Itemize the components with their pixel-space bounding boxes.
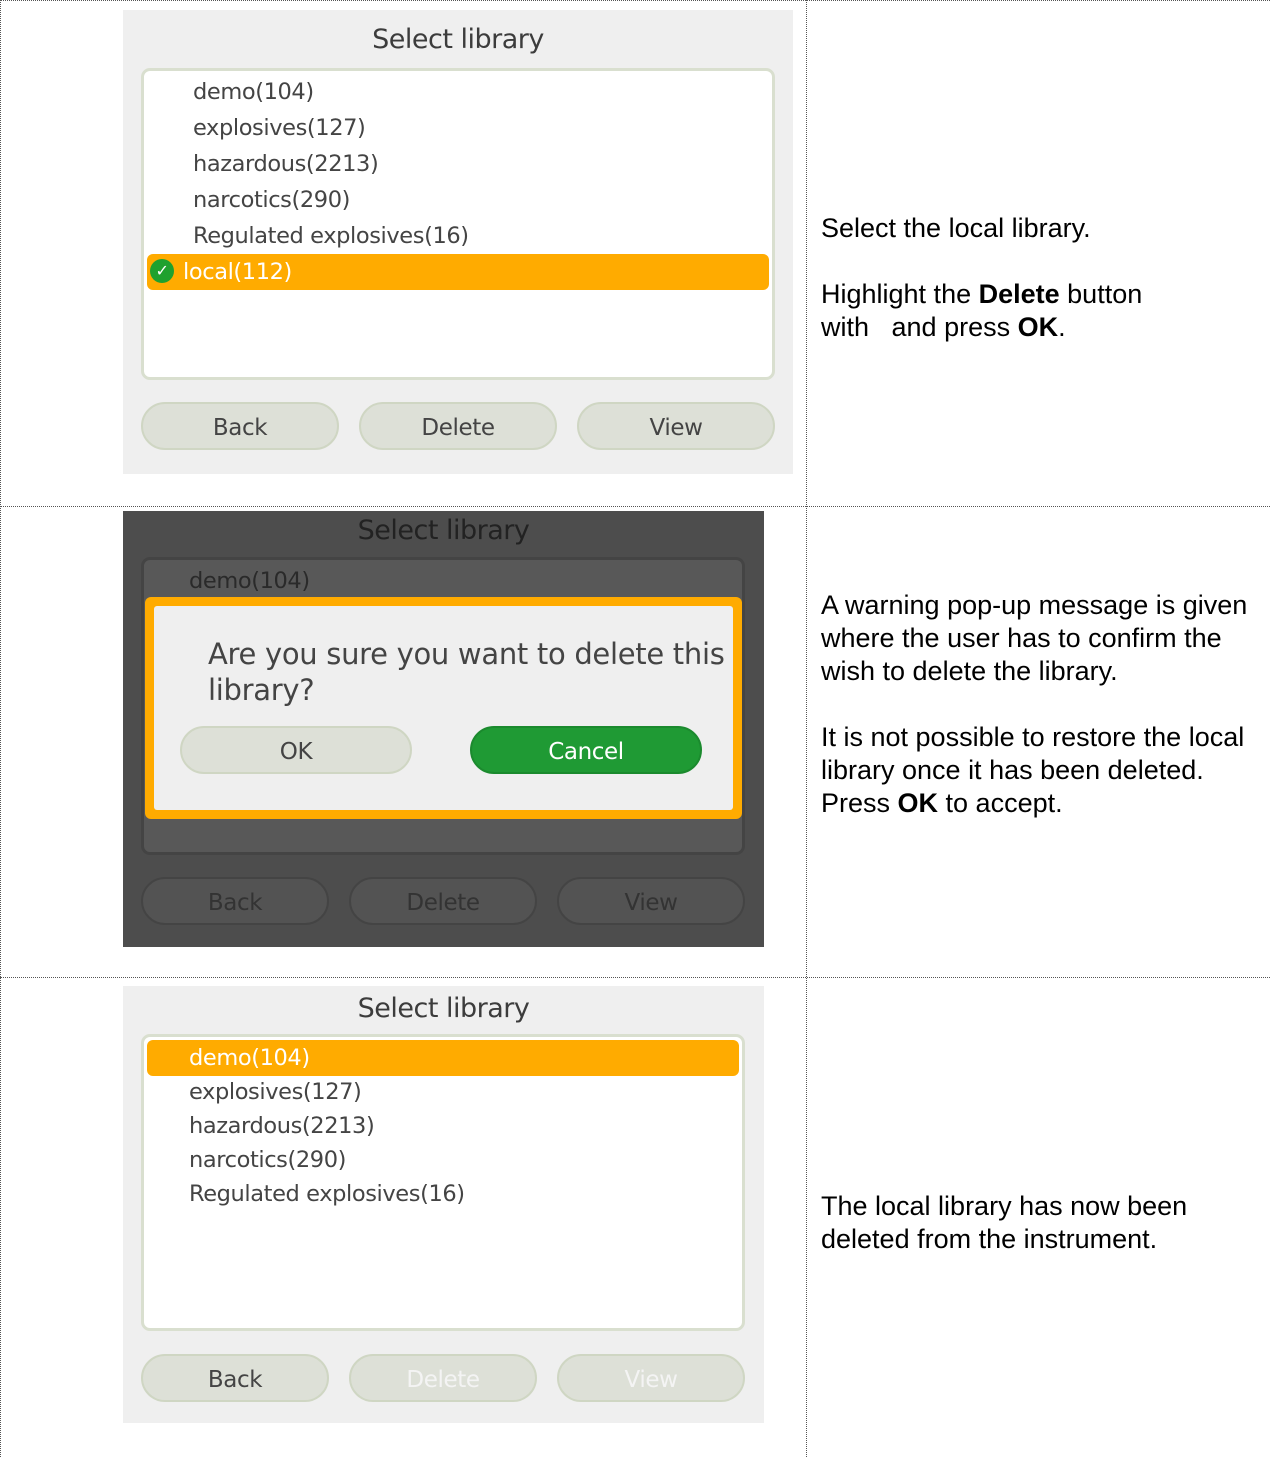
list-item-selected[interactable]: demo(104) <box>147 1040 739 1076</box>
list-item[interactable]: explosives(127) <box>144 1074 742 1110</box>
view-button[interactable]: View <box>577 402 775 450</box>
list-item[interactable]: demo(104) <box>144 74 772 110</box>
confirm-delete-dialog: Are you sure you want to delete this lib… <box>145 597 742 819</box>
table-border-middle <box>806 0 807 1457</box>
view-button: View <box>557 877 745 925</box>
delete-button: Delete <box>349 1354 537 1402</box>
dialog-message: Are you sure you want to delete this lib… <box>208 637 725 707</box>
instruction-paragraph: A warning pop-up message is given where … <box>821 590 1248 686</box>
back-button[interactable]: Back <box>141 1354 329 1402</box>
cancel-button[interactable]: Cancel <box>470 726 702 774</box>
back-button[interactable]: Back <box>141 402 339 450</box>
instruction-paragraph: It is not possible to restore the local … <box>821 722 1245 785</box>
select-library-screen-2: Select library demo(104) Back Delete Vie… <box>123 511 764 947</box>
screen-title: Select library <box>357 515 530 546</box>
list-item[interactable]: hazardous(2213) <box>144 1108 742 1144</box>
library-list: demo(104) explosives(127) hazardous(2213… <box>141 68 775 380</box>
table-border-top <box>0 0 1270 1</box>
list-item[interactable]: explosives(127) <box>144 110 772 146</box>
instruction-line: with and press OK. <box>821 312 1066 342</box>
table-row-divider-2 <box>0 977 1270 978</box>
list-item[interactable]: Regulated explosives(16) <box>144 218 772 254</box>
instruction-text-3: The local library has now been deleted f… <box>821 1190 1261 1256</box>
list-item-label: local(112) <box>183 259 292 285</box>
back-button: Back <box>141 877 329 925</box>
view-button: View <box>557 1354 745 1402</box>
list-item[interactable]: narcotics(290) <box>144 182 772 218</box>
instruction-paragraph: The local library has now been deleted f… <box>821 1191 1188 1254</box>
list-item[interactable]: narcotics(290) <box>144 1142 742 1178</box>
table-row-divider-1 <box>0 506 1270 507</box>
delete-button: Delete <box>349 877 537 925</box>
instruction-text-1: Select the local library. Highlight the … <box>821 212 1261 344</box>
list-item-selected[interactable]: ✓ local(112) <box>147 254 769 290</box>
instruction-text-2: A warning pop-up message is given where … <box>821 589 1261 820</box>
table-border-left <box>0 0 1 1457</box>
screen-title: Select library <box>372 24 544 55</box>
list-item: demo(104) <box>189 568 310 594</box>
list-item[interactable]: Regulated explosives(16) <box>144 1176 742 1212</box>
list-item[interactable]: hazardous(2213) <box>144 146 772 182</box>
select-library-screen-3: Select library demo(104) explosives(127)… <box>123 986 764 1423</box>
check-circle-icon: ✓ <box>150 258 174 283</box>
delete-button[interactable]: Delete <box>359 402 557 450</box>
ok-button[interactable]: OK <box>180 726 412 774</box>
select-library-screen-1: Select library demo(104) explosives(127)… <box>123 10 793 474</box>
dialog-body: Are you sure you want to delete this lib… <box>154 606 733 810</box>
library-list: demo(104) explosives(127) hazardous(2213… <box>141 1034 745 1331</box>
instruction-line: Highlight the Delete button <box>821 279 1143 309</box>
screen-title: Select library <box>357 993 530 1024</box>
instruction-line: Select the local library. <box>821 213 1091 243</box>
instruction-line: Press OK to accept. <box>821 788 1063 818</box>
